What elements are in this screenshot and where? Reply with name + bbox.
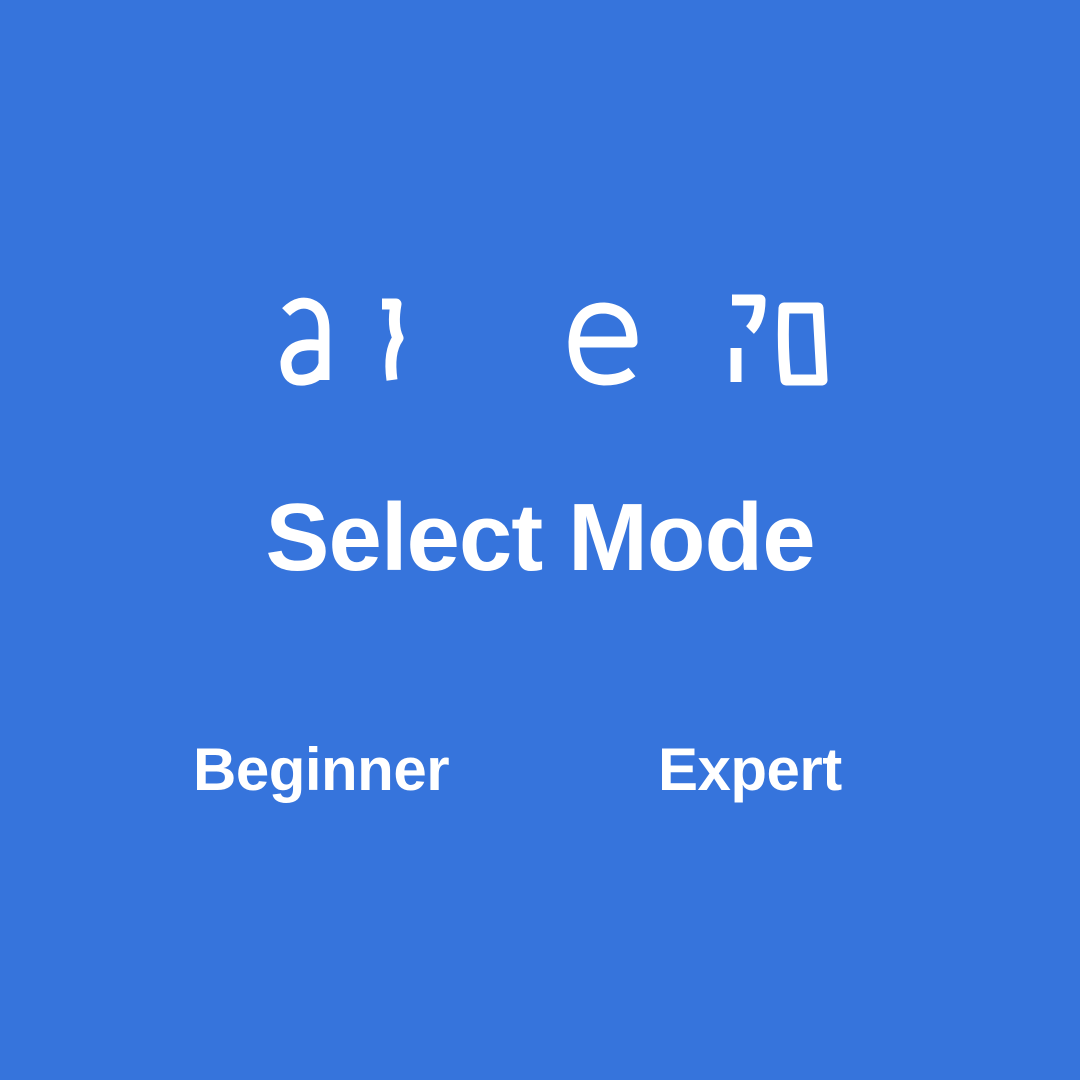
mode-select-screen: Select Mode Beginner Expert	[0, 0, 1080, 1080]
logo-glyph-fragment-1	[382, 298, 404, 381]
logo-glyph-fragment-2	[732, 294, 766, 334]
logo	[270, 290, 830, 390]
logo-glyph-e	[568, 302, 638, 386]
logo-glyphs	[280, 294, 828, 386]
logo-glyph-n	[777, 302, 828, 386]
logo-glyph-a	[280, 297, 330, 386]
page-title: Select Mode	[265, 484, 815, 591]
expert-mode-button[interactable]: Expert	[658, 730, 863, 810]
beginner-mode-button[interactable]: Beginner	[193, 730, 458, 810]
